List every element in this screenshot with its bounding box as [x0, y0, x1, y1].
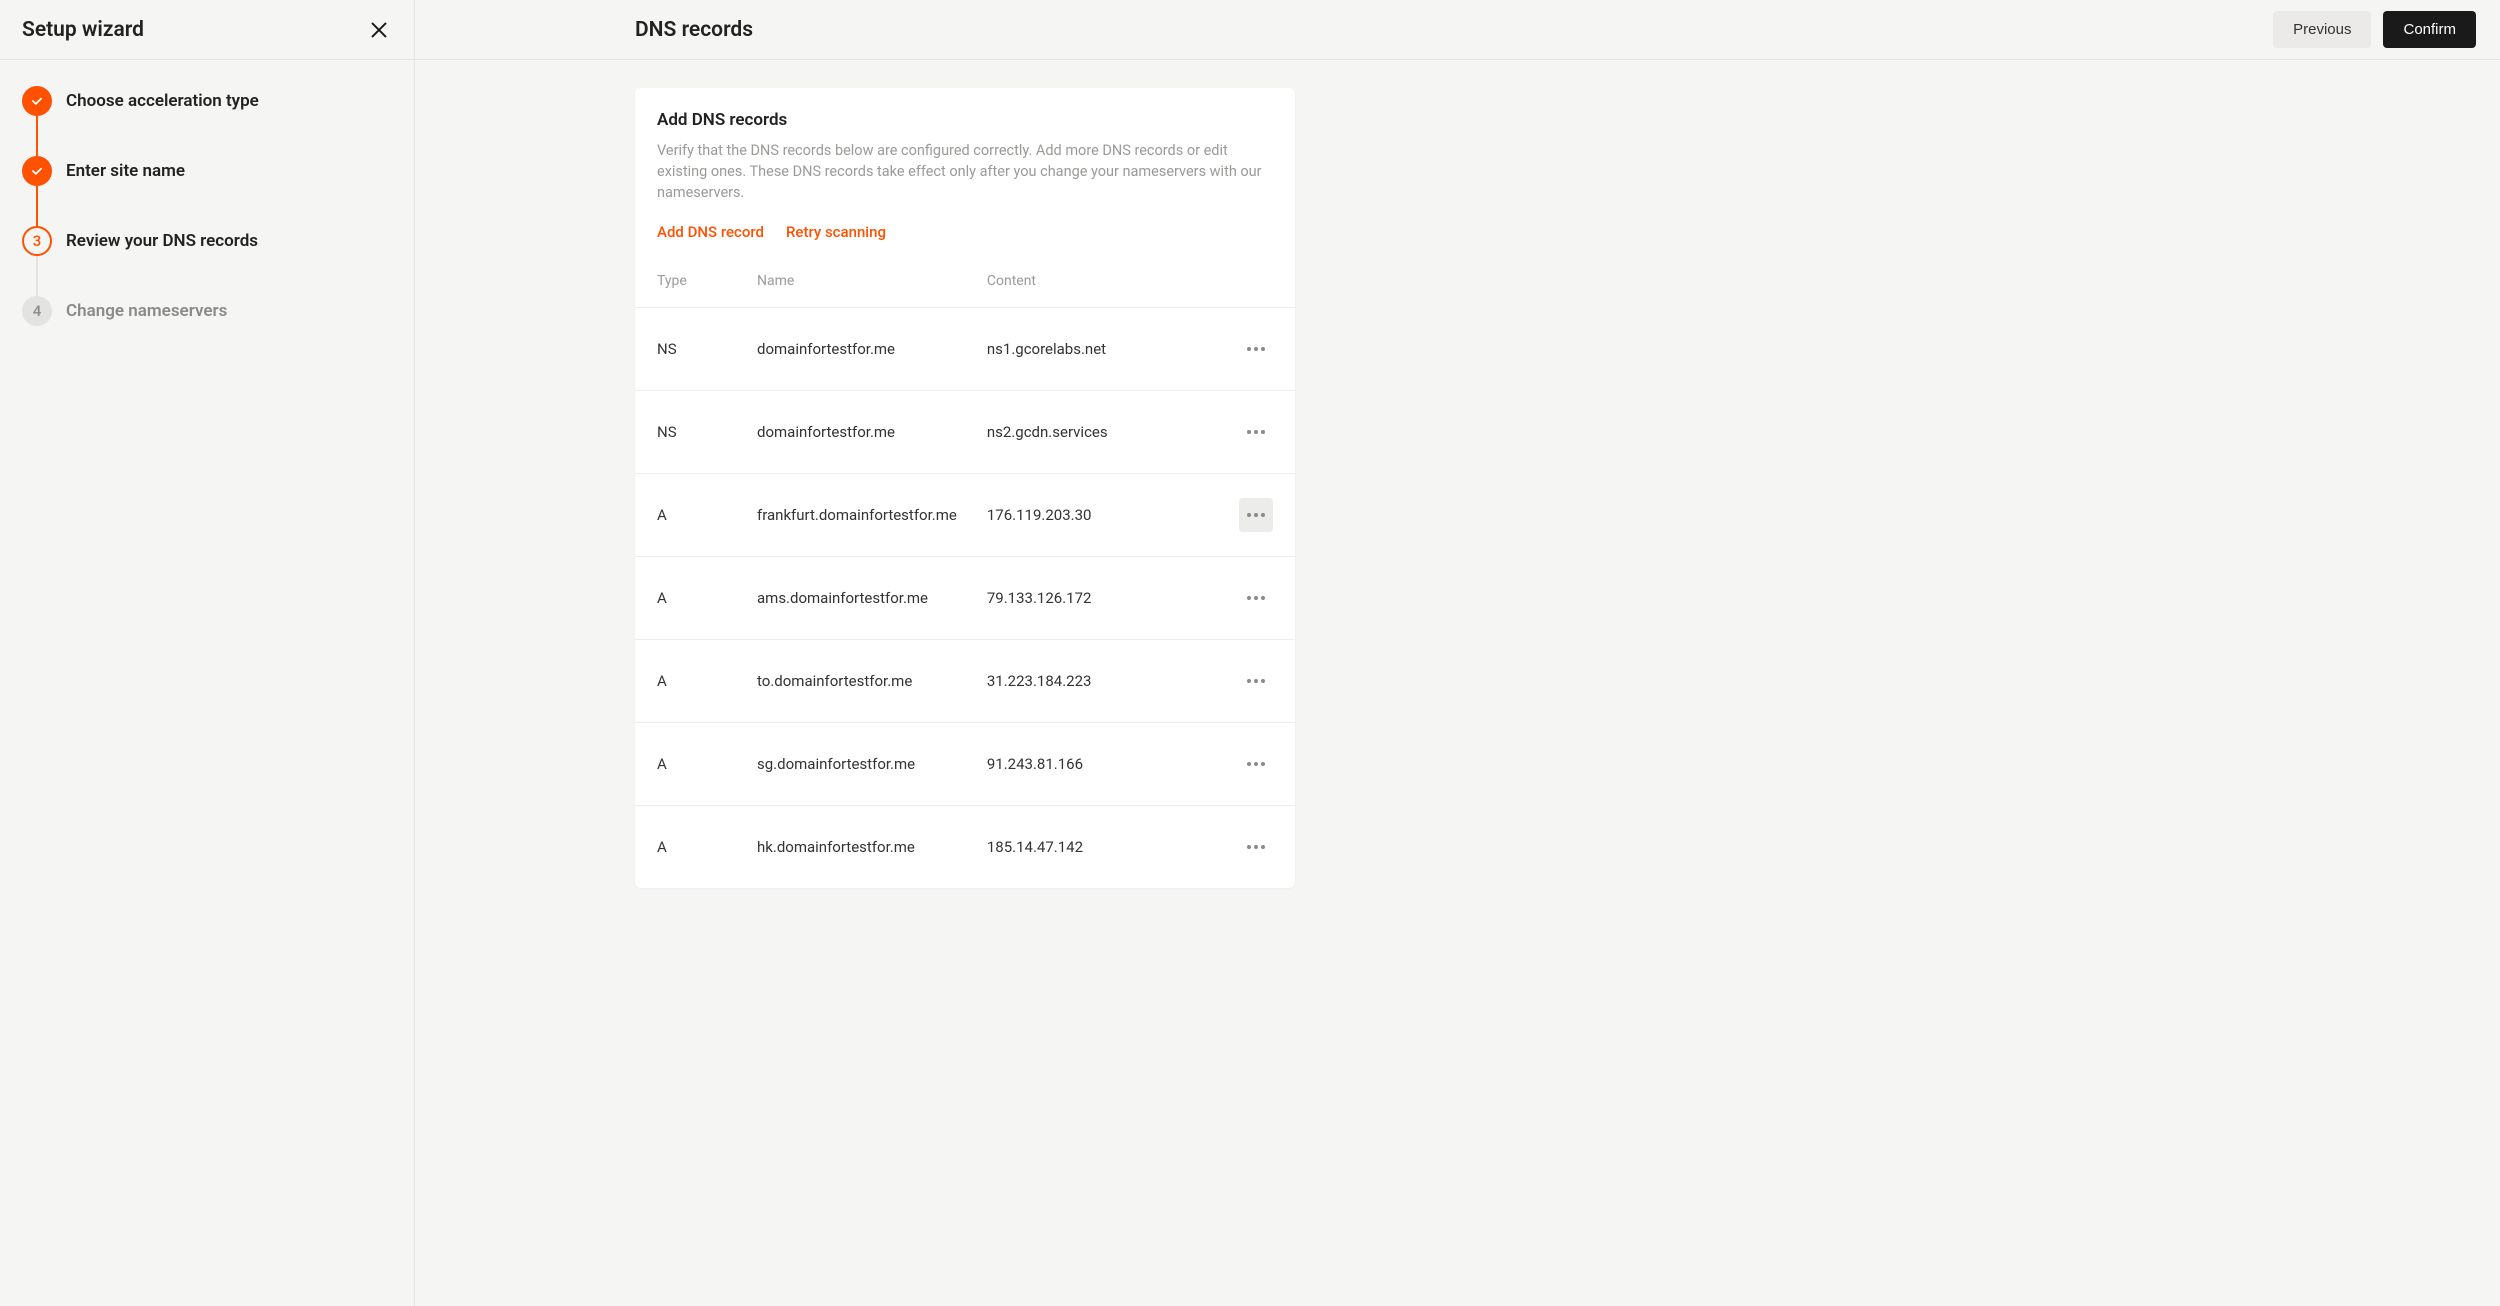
previous-button[interactable]: Previous	[2273, 11, 2371, 48]
table-row: NSdomainfortestfor.mens2.gcdn.services	[635, 391, 1295, 474]
step-enter-site-name[interactable]: Enter site name	[22, 156, 392, 186]
more-icon[interactable]	[1239, 830, 1273, 864]
dns-row-actions	[1217, 806, 1295, 889]
dns-type: A	[635, 806, 735, 889]
table-header-content: Content	[965, 255, 1217, 308]
dns-type: A	[635, 723, 735, 806]
dns-content: 31.223.184.223	[965, 640, 1217, 723]
table-header-type: Type	[635, 255, 735, 308]
dns-name: to.domainfortestfor.me	[735, 640, 965, 723]
dns-records-table: Type Name Content NSdomainfortestfor.men…	[635, 255, 1295, 888]
dns-row-actions	[1217, 640, 1295, 723]
more-icon[interactable]	[1239, 581, 1273, 615]
dns-content: 91.243.81.166	[965, 723, 1217, 806]
dns-type: NS	[635, 308, 735, 391]
dns-name: ams.domainfortestfor.me	[735, 557, 965, 640]
step-number-icon: 4	[22, 296, 52, 326]
dns-content: 185.14.47.142	[965, 806, 1217, 889]
table-row: Asg.domainfortestfor.me91.243.81.166	[635, 723, 1295, 806]
table-row: Afrankfurt.domainfortestfor.me176.119.20…	[635, 474, 1295, 557]
checkmark-icon	[22, 86, 52, 116]
main-body: Add DNS records Verify that the DNS reco…	[415, 60, 2500, 1306]
wizard-sidebar: Setup wizard Choose acceleration type	[0, 0, 415, 1306]
dns-type: A	[635, 474, 735, 557]
add-dns-record-link[interactable]: Add DNS record	[657, 223, 764, 241]
dns-type: NS	[635, 391, 735, 474]
dns-name: sg.domainfortestfor.me	[735, 723, 965, 806]
wizard-steps: Choose acceleration type Enter site name…	[0, 60, 414, 352]
more-icon[interactable]	[1239, 664, 1273, 698]
table-row: Ato.domainfortestfor.me31.223.184.223	[635, 640, 1295, 723]
dns-row-actions	[1217, 474, 1295, 557]
dns-name: domainfortestfor.me	[735, 391, 965, 474]
step-change-nameservers[interactable]: 4 Change nameservers	[22, 296, 392, 326]
app-root: Setup wizard Choose acceleration type	[0, 0, 2500, 1306]
dns-name: domainfortestfor.me	[735, 308, 965, 391]
card-description: Verify that the DNS records below are co…	[657, 140, 1273, 203]
dns-row-actions	[1217, 308, 1295, 391]
table-row: Aams.domainfortestfor.me79.133.126.172	[635, 557, 1295, 640]
step-number-icon: 3	[22, 226, 52, 256]
step-choose-acceleration-type[interactable]: Choose acceleration type	[22, 86, 392, 116]
more-icon[interactable]	[1239, 498, 1273, 532]
main-panel: DNS records Previous Confirm Add DNS rec…	[415, 0, 2500, 1306]
dns-row-actions	[1217, 557, 1295, 640]
more-icon[interactable]	[1239, 415, 1273, 449]
table-header-actions	[1217, 255, 1295, 308]
dns-type: A	[635, 557, 735, 640]
sidebar-header: Setup wizard	[0, 0, 414, 60]
dns-type: A	[635, 640, 735, 723]
dns-content: 79.133.126.172	[965, 557, 1217, 640]
checkmark-icon	[22, 156, 52, 186]
more-icon[interactable]	[1239, 332, 1273, 366]
step-connector	[36, 116, 38, 156]
step-connector	[36, 256, 38, 296]
dns-content: 176.119.203.30	[965, 474, 1217, 557]
confirm-button[interactable]: Confirm	[2383, 11, 2476, 48]
dns-content: ns1.gcorelabs.net	[965, 308, 1217, 391]
header-actions: Previous Confirm	[2273, 11, 2476, 48]
dns-name: hk.domainfortestfor.me	[735, 806, 965, 889]
retry-scanning-link[interactable]: Retry scanning	[786, 223, 886, 241]
card-title: Add DNS records	[657, 110, 1273, 130]
dns-content: ns2.gcdn.services	[965, 391, 1217, 474]
step-label: Enter site name	[66, 161, 185, 181]
table-header-name: Name	[735, 255, 965, 308]
step-label: Choose acceleration type	[66, 91, 259, 111]
dns-name: frankfurt.domainfortestfor.me	[735, 474, 965, 557]
step-label: Change nameservers	[66, 301, 227, 321]
table-row: NSdomainfortestfor.mens1.gcorelabs.net	[635, 308, 1295, 391]
table-row: Ahk.domainfortestfor.me185.14.47.142	[635, 806, 1295, 889]
step-connector	[36, 186, 38, 226]
page-title: DNS records	[635, 18, 753, 42]
step-label: Review your DNS records	[66, 231, 258, 251]
dns-records-card: Add DNS records Verify that the DNS reco…	[635, 88, 1295, 888]
dns-row-actions	[1217, 723, 1295, 806]
sidebar-title: Setup wizard	[22, 18, 144, 42]
dns-row-actions	[1217, 391, 1295, 474]
more-icon[interactable]	[1239, 747, 1273, 781]
close-icon[interactable]	[368, 19, 390, 41]
step-review-dns-records[interactable]: 3 Review your DNS records	[22, 226, 392, 256]
card-actions: Add DNS record Retry scanning	[657, 223, 1273, 241]
main-header: DNS records Previous Confirm	[415, 0, 2500, 60]
